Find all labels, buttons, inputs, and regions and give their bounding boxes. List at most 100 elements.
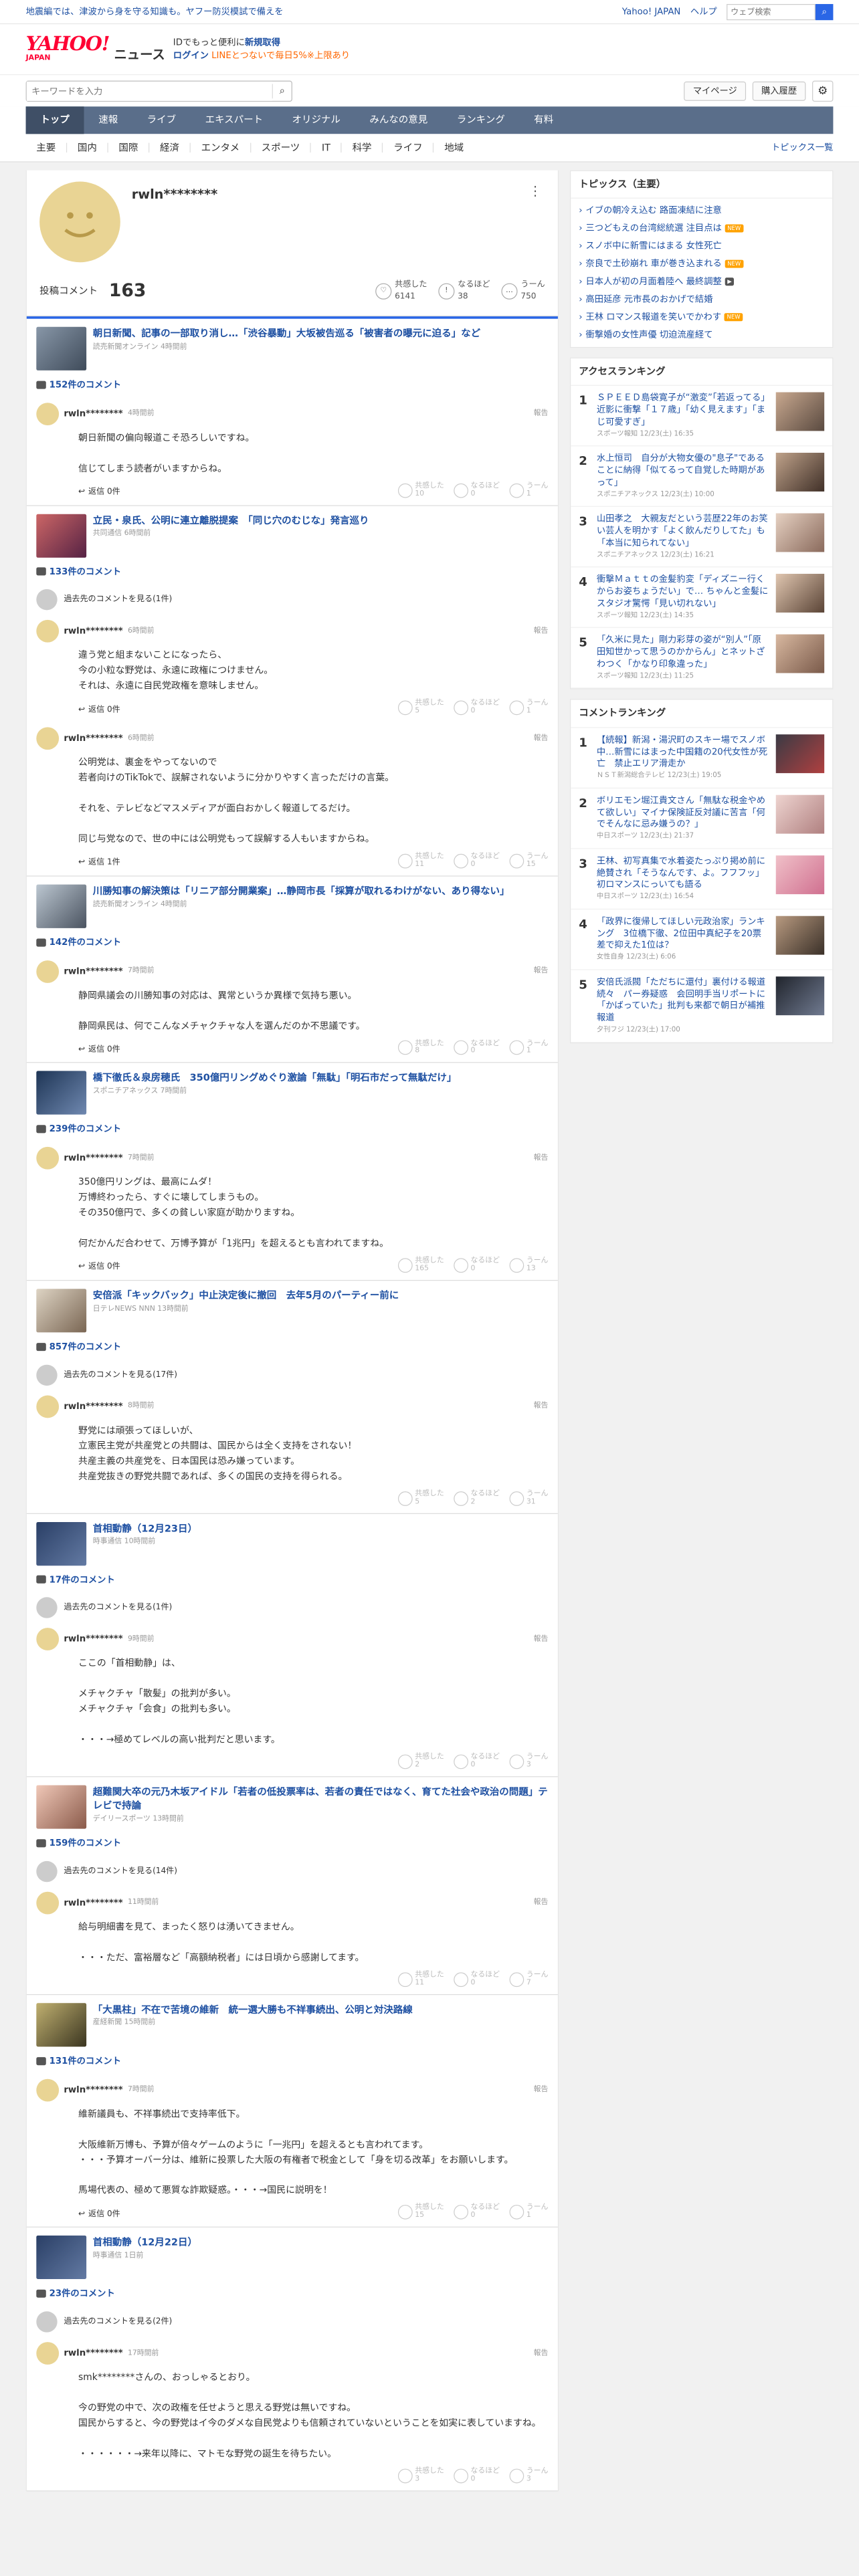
naruhodo-button[interactable]: なるほど 2 xyxy=(454,1490,500,1507)
uun-button[interactable]: うーん 3 xyxy=(509,1753,548,1770)
help-link[interactable]: ヘルプ xyxy=(690,5,717,18)
report-link[interactable]: 報告 xyxy=(534,409,549,419)
reply-button[interactable]: ↩ 返信 0件 xyxy=(78,704,120,716)
uun-button[interactable]: うーん 1 xyxy=(509,700,548,716)
gear-icon[interactable]: ⚙ xyxy=(812,80,834,102)
subnav-item[interactable]: 国際 xyxy=(108,142,150,153)
purchase-history-button[interactable]: 購入履歴 xyxy=(752,81,806,101)
kyokan-button[interactable]: 共感した 5 xyxy=(397,700,444,716)
kyokan-button[interactable]: 共感した 2 xyxy=(397,1753,444,1770)
comment-count-link[interactable]: 23件のコメント xyxy=(27,2284,558,2306)
topic-item[interactable]: 高田延彦 元市長のおかげで結婚 xyxy=(571,291,832,308)
uun-button[interactable]: うーん 31 xyxy=(509,1490,548,1507)
article-header[interactable]: 川勝知事の解決策は「リニア部分開業案」…静岡市長「採算が取れるわけがない、あり得… xyxy=(27,876,558,932)
article-thumbnail[interactable] xyxy=(36,1521,87,1566)
previous-comments-link[interactable]: 過去先のコメントを見る(2件) xyxy=(27,2306,558,2337)
article-header[interactable]: 首相動静（12月23日） 時事通信 10時間前 xyxy=(27,1513,558,1570)
comment-count-link[interactable]: 159件のコメント xyxy=(27,1834,558,1856)
comment-user[interactable]: rwln******** xyxy=(64,1152,122,1164)
article-title[interactable]: 安倍派「キックバック」中止決定後に撤回 去年5月のパーティー前に xyxy=(93,1289,399,1302)
comment-count-link[interactable]: 142件のコメント xyxy=(27,933,558,956)
reply-button[interactable]: ↩ 返信 0件 xyxy=(78,1262,120,1273)
topic-item[interactable]: 衝撃婚の女性声優 切迫流産経て xyxy=(571,326,832,343)
subnav-item[interactable]: 地域 xyxy=(434,143,474,152)
naruhodo-button[interactable]: なるほど 0 xyxy=(454,852,500,869)
comment-count-link[interactable]: 152件のコメント xyxy=(27,375,558,398)
article-header[interactable]: 立民・泉氏、公明に連立離脱提案 「同じ穴のむじな」発言巡り 共同通信 6時間前 xyxy=(27,506,558,562)
article-title[interactable]: 川勝知事の解決策は「リニア部分開業案」…静岡市長「採算が取れるわけがない、あり得… xyxy=(93,884,510,897)
web-search-input[interactable] xyxy=(727,4,816,21)
comment-user[interactable]: rwln******** xyxy=(64,965,122,978)
article-thumbnail[interactable] xyxy=(36,514,87,558)
uun-button[interactable]: うーん 15 xyxy=(509,852,548,869)
comment-user[interactable]: rwln******** xyxy=(64,407,122,420)
yahoo-japan-link[interactable]: Yahoo! JAPAN xyxy=(622,5,681,18)
reply-button[interactable]: ↩ 返信 0件 xyxy=(78,487,120,498)
article-header[interactable]: 橋下徹氏＆泉房穂氏 350億円リングめぐり激論「無駄」「明石市だって無駄だけ」ス… xyxy=(27,1063,558,1119)
article-thumbnail[interactable] xyxy=(36,1071,87,1115)
reply-button[interactable]: ↩ 返信 1件 xyxy=(78,857,120,869)
keyword-input[interactable] xyxy=(26,81,272,101)
comment-user[interactable]: rwln******** xyxy=(64,1400,122,1413)
rank-title[interactable]: 「政界に復帰してほしい元政治家」ランキング 3位橋下徹、2位田中真紀子を20票差… xyxy=(597,916,769,952)
rank-title[interactable]: ＳＰＥＥＤ島袋寛子が“激変”「若返ってる」近影に衝撃「１７歳」「幼く見えます」「… xyxy=(597,393,769,429)
previous-comments-link[interactable]: 過去先のコメントを見る(17件) xyxy=(27,1360,558,1390)
ranking-item[interactable]: 5 「久米に見た」剛力彩芽の姿が“別人”「原田知世かって思うのかからん」とネットざ… xyxy=(571,628,833,689)
rank-thumbnail[interactable] xyxy=(775,634,825,673)
article-header[interactable]: 朝日新聞、記事の一部取り消し…「渋谷暴動」大坂被告巡る「被害者の曝元に迫る」など… xyxy=(27,319,558,375)
rank-thumbnail[interactable] xyxy=(775,453,825,492)
uun-button[interactable]: うーん 1 xyxy=(509,2204,548,2220)
kyokan-button[interactable]: 共感した 15 xyxy=(397,2204,444,2220)
article-header[interactable]: 安倍派「キックバック」中止決定後に撤回 去年5月のパーティー前に 日テレNEWS … xyxy=(27,1281,558,1337)
uun-button[interactable]: うーん 1 xyxy=(509,1039,548,1056)
subnav-item[interactable]: エンタメ xyxy=(191,142,251,153)
uun-button[interactable]: うーん 7 xyxy=(509,1971,548,1988)
naruhodo-button[interactable]: なるほど 0 xyxy=(454,1753,500,1770)
topic-item[interactable]: 三つどもえの台湾総統選 注目点はNEW xyxy=(571,220,832,237)
comment-count-link[interactable]: 857件のコメント xyxy=(27,1337,558,1360)
previous-comments-link[interactable]: 過去先のコメントを見る(1件) xyxy=(27,1593,558,1624)
article-title[interactable]: 首相動静（12月22日） xyxy=(93,2236,197,2249)
article-title[interactable]: 「大黒柱」不在で苦境の維新 統一選大勝も不祥事続出、公明と対決路線 xyxy=(93,2003,413,2016)
uun-button[interactable]: うーん 1 xyxy=(509,481,548,498)
naruhodo-button[interactable]: なるほど 0 xyxy=(454,2204,500,2220)
comment-user[interactable]: rwln******** xyxy=(64,732,122,745)
rank-thumbnail[interactable] xyxy=(775,513,825,552)
article-thumbnail[interactable] xyxy=(36,2002,87,2047)
mypage-button[interactable]: マイページ xyxy=(684,81,747,101)
naruhodo-button[interactable]: なるほど 0 xyxy=(454,1257,500,1273)
gnav-item[interactable]: 速報 xyxy=(84,106,132,134)
topic-item[interactable]: 王林 ロマンス報道を笑いでかわすNEW xyxy=(571,308,832,326)
line-promo-link[interactable]: LINEとつないで毎日5%※上限あり xyxy=(211,50,350,61)
topic-item[interactable]: 奈良で土砂崩れ 車が巻き込まれるNEW xyxy=(571,255,832,273)
rank-title[interactable]: 「久米に見た」剛力彩芽の姿が“別人”「原田知世かって思うのかからん」とネットざわ… xyxy=(597,635,769,671)
article-thumbnail[interactable] xyxy=(36,1785,87,1829)
comment-user[interactable]: rwln******** xyxy=(64,1897,122,1909)
reply-button[interactable]: ↩ 返信 0件 xyxy=(78,1044,120,1055)
rank-thumbnail[interactable] xyxy=(775,392,825,431)
article-title[interactable]: 橋下徹氏＆泉房穂氏 350億円リングめぐり激論「無駄」「明石市だって無駄だけ」 xyxy=(93,1071,457,1085)
report-link[interactable]: 報告 xyxy=(534,626,549,637)
subnav-item[interactable]: 国内 xyxy=(67,142,108,153)
rank-title[interactable]: 王林、初写真集で水着姿たっぷり掲め前に絶賛され「そうなんです、よ。フフフッ」初ロ… xyxy=(597,855,769,891)
kyokan-button[interactable]: 共感した 11 xyxy=(397,852,444,869)
rank-thumbnail[interactable] xyxy=(775,916,825,955)
article-title[interactable]: 朝日新聞、記事の一部取り消し…「渋谷暴動」大坂被告巡る「被害者の曝元に迫る」など xyxy=(93,327,480,340)
rank-thumbnail[interactable] xyxy=(775,734,825,773)
article-thumbnail[interactable] xyxy=(36,884,87,928)
article-thumbnail[interactable] xyxy=(36,326,87,370)
article-header[interactable]: 首相動静（12月22日） 時事通信 1日前 xyxy=(27,2228,558,2284)
rank-thumbnail[interactable] xyxy=(775,574,825,613)
subnav-item[interactable]: 経済 xyxy=(149,142,191,153)
ranking-item[interactable]: 2 水上恒司 自分が大物女優の"息子"であることに納得「似てるって自覚した時期があ… xyxy=(571,447,833,508)
rank-title[interactable]: 衝撃Ｍａｔｔの金髪豹変「ディズニー行くからお姿ちょうだい」で… ちゃんと金髪にス… xyxy=(597,574,769,610)
gnav-item[interactable]: エキスパート xyxy=(191,106,278,134)
comment-count-link[interactable]: 133件のコメント xyxy=(27,562,558,585)
subnav-item[interactable]: IT xyxy=(311,142,342,153)
subnav-item[interactable]: 主要 xyxy=(26,142,68,153)
report-link[interactable]: 報告 xyxy=(534,2084,549,2095)
kyokan-button[interactable]: 共感した 8 xyxy=(397,1039,444,1056)
search-icon[interactable]: ⌕ xyxy=(272,84,292,98)
promo-link[interactable]: 地震編では、津波から身を守る知識も。ヤフー防災模試で備えを xyxy=(26,5,284,18)
search-icon[interactable]: ⌕ xyxy=(815,4,834,21)
